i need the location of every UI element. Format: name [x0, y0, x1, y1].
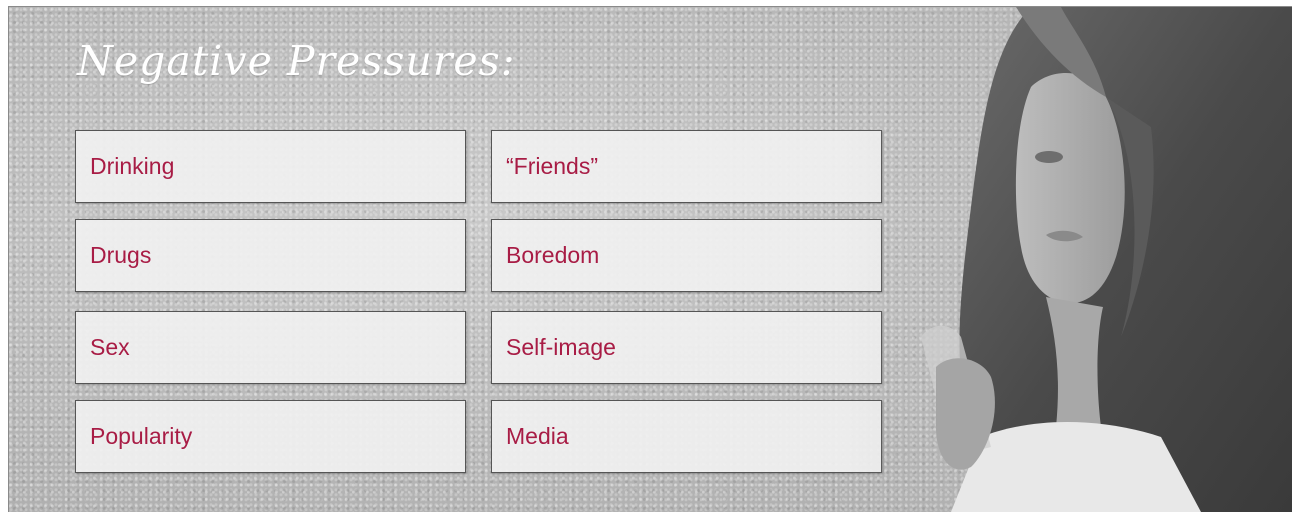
- pressure-label: Media: [506, 423, 569, 449]
- pressure-item-media: Media: [491, 400, 882, 473]
- pressure-item-sex: Sex: [75, 311, 466, 384]
- pressure-label: Drugs: [90, 242, 152, 268]
- pressure-label: “Friends”: [506, 153, 599, 179]
- pressure-label: Sex: [90, 334, 130, 360]
- teen-girl-photo: [841, 7, 1292, 512]
- pressure-label: Boredom: [506, 242, 600, 268]
- pressure-item-boredom: Boredom: [491, 219, 882, 292]
- pressure-item-popularity: Popularity: [75, 400, 466, 473]
- pressure-item-drugs: Drugs: [75, 219, 466, 292]
- pressure-label: Drinking: [90, 153, 175, 179]
- page-title: Negative Pressures:: [77, 37, 516, 85]
- poster-panel: Negative Pressures: Drinking “Friends” D…: [8, 6, 1292, 512]
- teen-girl-photo-svg: [841, 7, 1292, 512]
- pressure-item-self-image: Self-image: [491, 311, 882, 384]
- pressure-item-friends: “Friends”: [491, 130, 882, 203]
- pressure-label: Self-image: [506, 334, 616, 360]
- pressure-item-drinking: Drinking: [75, 130, 466, 203]
- pressure-label: Popularity: [90, 423, 193, 449]
